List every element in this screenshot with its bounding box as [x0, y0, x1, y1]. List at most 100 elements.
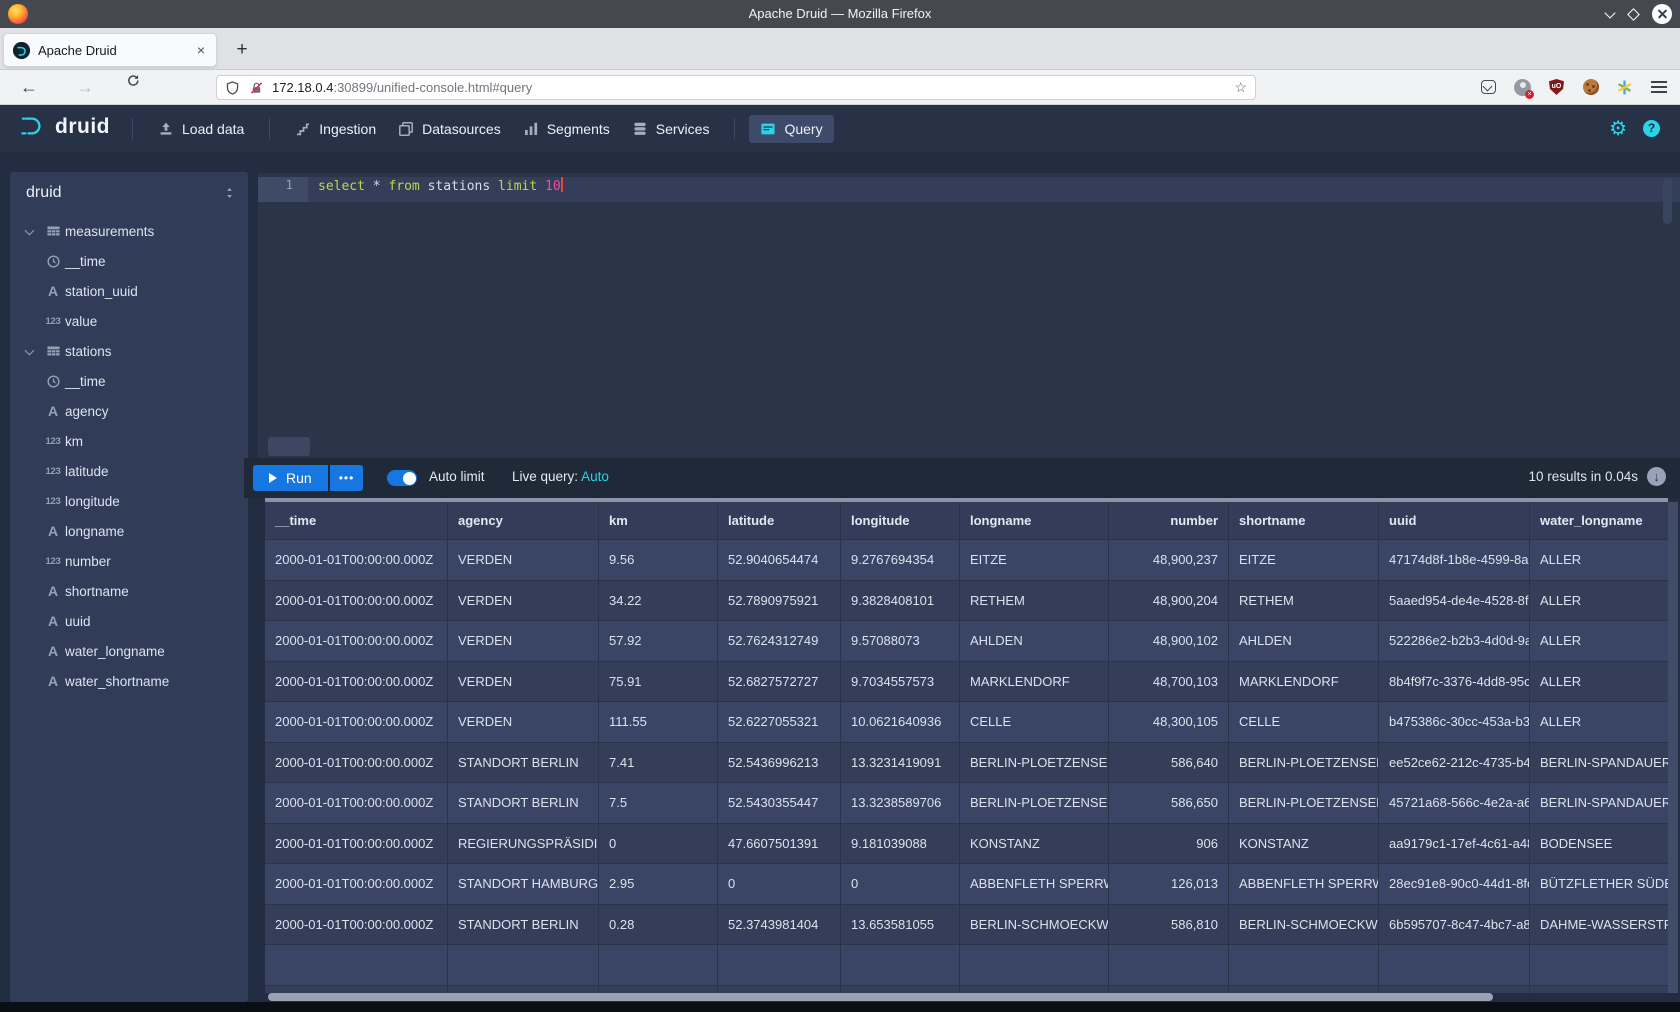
- back-button[interactable]: ←: [14, 73, 44, 101]
- table-cell[interactable]: 9.56: [599, 540, 718, 580]
- table-cell[interactable]: BERLIN-SCHMOECKWITZ: [1229, 905, 1379, 945]
- table-cell[interactable]: BERLIN-SPANDAUER-SC: [1530, 743, 1668, 783]
- column-header-longitude[interactable]: longitude: [841, 502, 960, 539]
- nav-item-query[interactable]: Query: [749, 115, 833, 143]
- table-cell[interactable]: AHLDEN: [1229, 621, 1379, 661]
- table-cell[interactable]: VERDEN: [448, 540, 599, 580]
- table-cell[interactable]: BODENSEE: [1530, 824, 1668, 864]
- column-header-shortname[interactable]: shortname: [1229, 502, 1379, 539]
- tree-item-value[interactable]: 123value: [10, 306, 248, 336]
- cookie-icon[interactable]: [1581, 78, 1600, 97]
- bookmark-star-icon[interactable]: ☆: [1234, 79, 1247, 96]
- table-cell[interactable]: 6b595707-8c47-4bc7-a8: [1379, 905, 1530, 945]
- results-hscrollbar[interactable]: [265, 993, 1668, 1001]
- auto-limit-toggle[interactable]: [387, 470, 417, 486]
- editor-vscroll-thumb[interactable]: [1663, 178, 1672, 224]
- table-cell[interactable]: 48,900,237: [1109, 540, 1229, 580]
- table-cell[interactable]: 126,013: [1109, 864, 1229, 904]
- table-cell[interactable]: STANDORT BERLIN: [448, 743, 599, 783]
- table-cell[interactable]: VERDEN: [448, 662, 599, 702]
- tree-item-measurements[interactable]: measurements: [10, 216, 248, 246]
- table-cell[interactable]: 906: [1109, 824, 1229, 864]
- table-cell[interactable]: 52.6827572727: [718, 662, 841, 702]
- url-input[interactable]: 172.18.0.4:30899/unified-console.html#qu…: [216, 75, 1256, 100]
- table-cell[interactable]: 9.181039088: [841, 824, 960, 864]
- nav-item-segments[interactable]: Segments: [512, 115, 621, 143]
- table-cell[interactable]: 48,300,105: [1109, 702, 1229, 742]
- table-cell[interactable]: ALLER: [1530, 621, 1668, 661]
- table-cell[interactable]: VERDEN: [448, 702, 599, 742]
- table-cell[interactable]: EITZE: [960, 540, 1109, 580]
- table-cell[interactable]: 7.41: [599, 743, 718, 783]
- table-cell[interactable]: 2000-01-01T00:00:00.000Z: [265, 824, 448, 864]
- table-cell[interactable]: 7.5: [599, 783, 718, 823]
- sql-query-line[interactable]: select * from stations limit 10: [308, 177, 1680, 202]
- table-cell[interactable]: ABBENFLETH SPERRWERK: [1229, 864, 1379, 904]
- run-more-button[interactable]: •••: [330, 465, 364, 491]
- table-cell[interactable]: 2000-01-01T00:00:00.000Z: [265, 540, 448, 580]
- tree-item---time[interactable]: __time: [10, 366, 248, 396]
- table-cell[interactable]: 2000-01-01T00:00:00.000Z: [265, 743, 448, 783]
- tree-item-shortname[interactable]: Ashortname: [10, 576, 248, 606]
- table-cell[interactable]: BERLIN-SPANDAUER-SC: [1530, 783, 1668, 823]
- window-minimize-icon[interactable]: [1605, 9, 1615, 19]
- table-cell[interactable]: ABBENFLETH SPERRWERK: [960, 864, 1109, 904]
- settings-gear-icon[interactable]: ⚙: [1609, 119, 1627, 139]
- table-cell[interactable]: BERLIN-PLOETZENSEE O: [1229, 743, 1379, 783]
- table-cell[interactable]: 52.7624312749: [718, 621, 841, 661]
- table-cell[interactable]: KONSTANZ: [960, 824, 1109, 864]
- table-cell[interactable]: REGIERUNGSPRÄSIDIUM: [448, 824, 599, 864]
- tree-item-stations[interactable]: stations: [10, 336, 248, 366]
- table-cell[interactable]: ee52ce62-212c-4735-b4: [1379, 743, 1530, 783]
- chevron-down-icon[interactable]: [24, 345, 36, 357]
- nav-item-ingestion[interactable]: Ingestion: [284, 115, 387, 143]
- tree-item-number[interactable]: 123number: [10, 546, 248, 576]
- table-cell[interactable]: BÜTZFLETHER SÜDEREL: [1530, 864, 1668, 904]
- table-cell[interactable]: 52.6227055321: [718, 702, 841, 742]
- forward-button[interactable]: →: [70, 73, 100, 101]
- table-cell[interactable]: 10.0621640936: [841, 702, 960, 742]
- window-close-icon[interactable]: [1652, 4, 1672, 24]
- account-icon[interactable]: [1513, 78, 1532, 97]
- table-cell[interactable]: 522286e2-b2b3-4d0d-9a: [1379, 621, 1530, 661]
- table-cell[interactable]: 9.3828408101: [841, 581, 960, 621]
- table-cell[interactable]: MARKLENDORF: [1229, 662, 1379, 702]
- table-cell[interactable]: 2000-01-01T00:00:00.000Z: [265, 662, 448, 702]
- table-cell[interactable]: 0: [599, 824, 718, 864]
- table-cell[interactable]: 2000-01-01T00:00:00.000Z: [265, 864, 448, 904]
- table-cell[interactable]: BERLIN-PLOETZENSEE O: [960, 743, 1109, 783]
- tree-item-longitude[interactable]: 123longitude: [10, 486, 248, 516]
- tree-item-water-longname[interactable]: Awater_longname: [10, 636, 248, 666]
- table-cell[interactable]: b475386c-30cc-453a-b3: [1379, 702, 1530, 742]
- column-header---time[interactable]: __time: [265, 502, 448, 539]
- column-header-water-longname[interactable]: water_longname: [1530, 502, 1668, 539]
- table-cell[interactable]: 34.22: [599, 581, 718, 621]
- help-icon[interactable]: ?: [1643, 120, 1660, 137]
- table-cell[interactable]: STANDORT HAMBURG: [448, 864, 599, 904]
- browser-tab-apache-druid[interactable]: Apache Druid ×: [3, 33, 217, 67]
- table-cell[interactable]: 2000-01-01T00:00:00.000Z: [265, 621, 448, 661]
- table-cell[interactable]: 52.5430355447: [718, 783, 841, 823]
- table-cell[interactable]: 2.95: [599, 864, 718, 904]
- nav-item-load-data[interactable]: Load data: [147, 115, 255, 143]
- table-cell[interactable]: 45721a68-566c-4e2a-a6: [1379, 783, 1530, 823]
- nav-item-datasources[interactable]: Datasources: [387, 115, 512, 143]
- table-cell[interactable]: 52.9040654474: [718, 540, 841, 580]
- column-header-latitude[interactable]: latitude: [718, 502, 841, 539]
- table-cell[interactable]: aa9179c1-17ef-4c61-a48: [1379, 824, 1530, 864]
- table-cell[interactable]: 13.3231419091: [841, 743, 960, 783]
- table-cell[interactable]: KONSTANZ: [1229, 824, 1379, 864]
- table-cell[interactable]: BERLIN-PLOETZENSEE U: [960, 783, 1109, 823]
- table-cell[interactable]: ALLER: [1530, 540, 1668, 580]
- column-header-number[interactable]: number: [1109, 502, 1229, 539]
- table-cell[interactable]: CELLE: [960, 702, 1109, 742]
- table-cell[interactable]: 2000-01-01T00:00:00.000Z: [265, 581, 448, 621]
- table-cell[interactable]: ALLER: [1530, 702, 1668, 742]
- pocket-icon[interactable]: [1479, 78, 1498, 97]
- column-header-uuid[interactable]: uuid: [1379, 502, 1530, 539]
- tree-item-latitude[interactable]: 123latitude: [10, 456, 248, 486]
- table-cell[interactable]: 28ec91e8-90c0-44d1-8fc: [1379, 864, 1530, 904]
- results-hscroll-thumb[interactable]: [268, 993, 1493, 1001]
- table-cell[interactable]: 586,810: [1109, 905, 1229, 945]
- run-button[interactable]: Run: [253, 465, 328, 491]
